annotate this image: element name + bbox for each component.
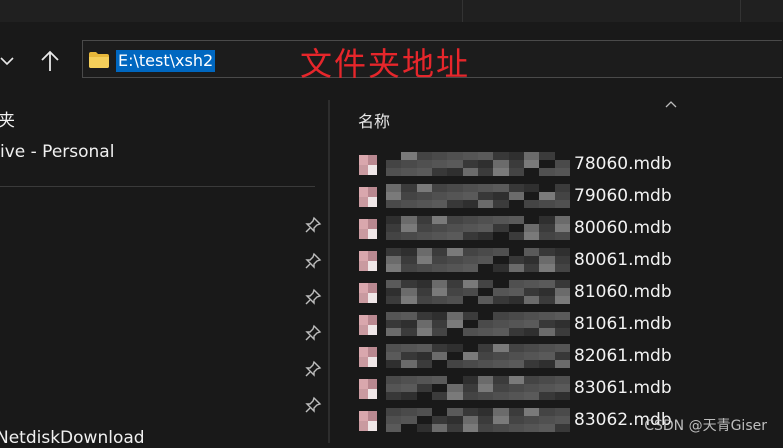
chevron-down-icon[interactable]	[0, 52, 14, 70]
file-name: 81061.mdb	[574, 314, 672, 334]
pin-icon[interactable]	[304, 252, 322, 270]
pixelated-filename-prefix	[386, 312, 570, 336]
navigation-pane: 夹 ive - Personal NetdiskDownload	[0, 102, 328, 448]
sidebar-item-onedrive[interactable]: ive - Personal	[0, 142, 114, 162]
address-path[interactable]: E:\test\xsh2	[116, 50, 216, 72]
file-icon	[358, 378, 378, 400]
pixelated-filename-prefix	[386, 184, 570, 208]
file-icon	[358, 346, 378, 368]
file-row[interactable]: 78060.mdb	[358, 150, 778, 178]
file-row[interactable]: 80060.mdb	[358, 214, 778, 242]
watermark: CSDN @天青Giser	[644, 418, 767, 434]
sidebar-item-folder[interactable]: 夹	[0, 106, 15, 131]
file-row[interactable]: 79060.mdb	[358, 182, 778, 210]
pin-icon[interactable]	[304, 324, 322, 342]
file-name: 82061.mdb	[574, 346, 672, 366]
sidebar-divider	[0, 186, 315, 187]
up-arrow-icon[interactable]	[38, 48, 62, 74]
pixelated-filename-prefix	[386, 280, 570, 304]
title-bar-divider	[462, 0, 463, 22]
pixelated-filename-prefix	[386, 216, 570, 240]
file-icon	[358, 250, 378, 272]
file-row[interactable]: 82061.mdb	[358, 342, 778, 370]
file-name: 79060.mdb	[574, 186, 672, 206]
file-icon	[358, 218, 378, 240]
file-icon	[358, 282, 378, 304]
title-bar-divider	[740, 0, 741, 22]
file-name: 80060.mdb	[574, 218, 672, 238]
file-name: 83061.mdb	[574, 378, 672, 398]
pin-icon[interactable]	[304, 216, 322, 234]
sort-ascending-icon[interactable]	[664, 94, 678, 108]
file-name: 78060.mdb	[574, 154, 672, 174]
pin-icon[interactable]	[304, 288, 322, 306]
file-row[interactable]: 81060.mdb	[358, 278, 778, 306]
file-row[interactable]: 80061.mdb	[358, 246, 778, 274]
column-header-name[interactable]: 名称	[358, 108, 390, 132]
file-icon	[358, 186, 378, 208]
pixelated-filename-prefix	[386, 376, 570, 400]
file-row[interactable]: 81061.mdb	[358, 310, 778, 338]
sidebar-item-netdisk[interactable]: NetdiskDownload	[0, 428, 145, 448]
address-annotation: 文件夹地址	[300, 45, 471, 83]
folder-icon	[88, 51, 110, 69]
pixelated-filename-prefix	[386, 152, 570, 176]
file-icon	[358, 314, 378, 336]
file-name: 80061.mdb	[574, 250, 672, 270]
file-icon	[358, 154, 378, 176]
pin-icon[interactable]	[304, 396, 322, 414]
file-name: 81060.mdb	[574, 282, 672, 302]
file-icon	[358, 410, 378, 432]
pixelated-filename-prefix	[386, 344, 570, 368]
file-row[interactable]: 83061.mdb	[358, 374, 778, 402]
pixelated-filename-prefix	[386, 248, 570, 272]
title-bar	[0, 0, 783, 23]
pin-icon[interactable]	[304, 360, 322, 378]
pixelated-filename-prefix	[386, 408, 570, 432]
